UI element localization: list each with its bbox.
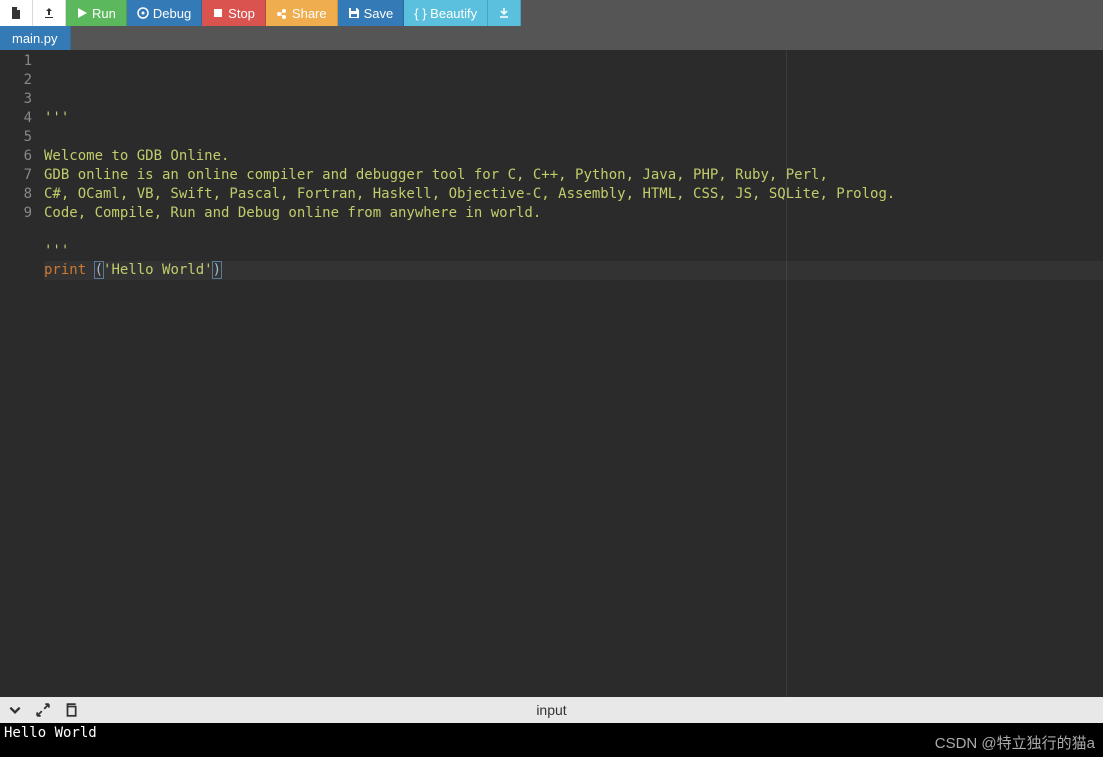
code-area[interactable]: ''' Welcome to GDB Online.GDB online is a… xyxy=(38,50,1103,697)
upload-button[interactable] xyxy=(33,0,66,26)
new-file-icon xyxy=(10,7,22,19)
tab-label: main.py xyxy=(12,31,58,46)
upload-icon xyxy=(43,7,55,19)
toolbar: Run Debug Stop Share Save { } Beautify xyxy=(0,0,1103,26)
debug-icon xyxy=(137,7,149,19)
share-label: Share xyxy=(292,6,327,21)
code-line: print ('Hello World') xyxy=(44,261,1103,280)
line-number: 7 xyxy=(6,166,32,185)
share-icon xyxy=(276,7,288,19)
code-line: ''' xyxy=(44,109,1103,128)
line-number: 6 xyxy=(6,147,32,166)
line-gutter: 123456789 xyxy=(0,50,38,697)
code-line: GDB online is an online compiler and deb… xyxy=(44,166,1103,185)
play-icon xyxy=(76,7,88,19)
output-text: Hello World xyxy=(4,725,97,741)
code-editor[interactable]: 123456789 ''' Welcome to GDB Online.GDB o… xyxy=(0,50,1103,697)
debug-label: Debug xyxy=(153,6,191,21)
print-margin xyxy=(786,50,787,697)
line-number: 3 xyxy=(6,90,32,109)
beautify-label: { } Beautify xyxy=(414,6,477,21)
line-number: 4 xyxy=(6,109,32,128)
share-button[interactable]: Share xyxy=(266,0,338,26)
code-line: C#, OCaml, VB, Swift, Pascal, Fortran, H… xyxy=(44,185,1103,204)
save-label: Save xyxy=(364,6,394,21)
run-button[interactable]: Run xyxy=(66,0,127,26)
stop-label: Stop xyxy=(228,6,255,21)
copy-icon[interactable] xyxy=(64,703,78,717)
beautify-button[interactable]: { } Beautify xyxy=(404,0,488,26)
debug-button[interactable]: Debug xyxy=(127,0,202,26)
watermark: CSDN @特立独行的猫a xyxy=(935,732,1095,753)
line-number: 5 xyxy=(6,128,32,147)
code-line: ''' xyxy=(44,242,1103,261)
tab-bar: main.py xyxy=(0,26,1103,50)
code-line xyxy=(44,223,1103,242)
line-number: 8 xyxy=(6,185,32,204)
line-number: 2 xyxy=(6,71,32,90)
line-number: 1 xyxy=(6,52,32,71)
stop-button[interactable]: Stop xyxy=(202,0,266,26)
output-console[interactable]: Hello World CSDN @特立独行的猫a xyxy=(0,723,1103,757)
download-icon xyxy=(498,7,510,19)
save-icon xyxy=(348,7,360,19)
output-panel-bar: input xyxy=(0,697,1103,723)
new-file-button[interactable] xyxy=(0,0,33,26)
line-number: 9 xyxy=(6,204,32,223)
expand-icon[interactable] xyxy=(36,703,50,717)
code-line xyxy=(44,128,1103,147)
collapse-icon[interactable] xyxy=(8,703,22,717)
code-line: Code, Compile, Run and Debug online from… xyxy=(44,204,1103,223)
save-button[interactable]: Save xyxy=(338,0,405,26)
download-button[interactable] xyxy=(488,0,521,26)
input-label: input xyxy=(536,702,566,718)
run-label: Run xyxy=(92,6,116,21)
stop-icon xyxy=(212,7,224,19)
code-line: Welcome to GDB Online. xyxy=(44,147,1103,166)
tab-main-py[interactable]: main.py xyxy=(0,26,71,50)
